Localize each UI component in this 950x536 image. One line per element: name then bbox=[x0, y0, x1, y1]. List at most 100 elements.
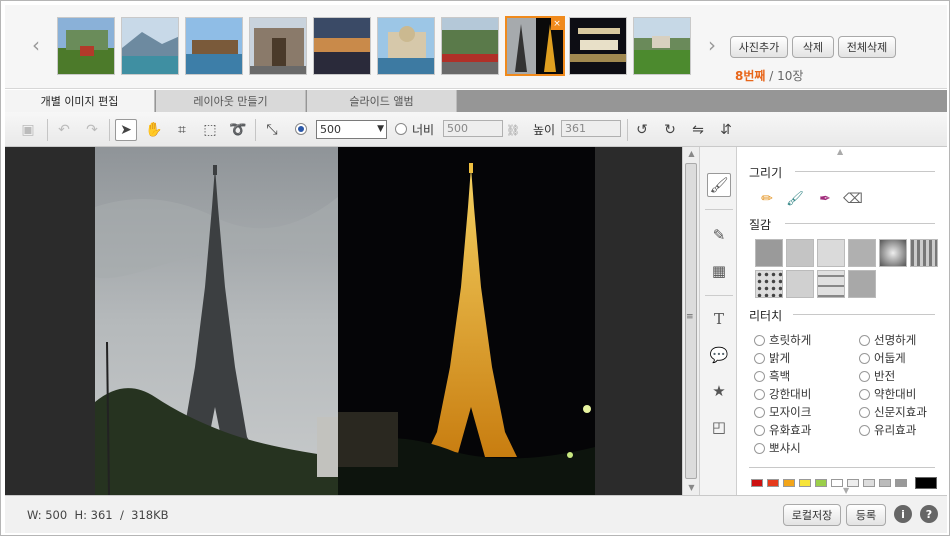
color-swatch-6[interactable] bbox=[831, 479, 843, 487]
crop-icon[interactable]: ⌗ bbox=[171, 119, 193, 141]
canvas-vertical-scrollbar[interactable]: ▲ ≡ ▼ bbox=[682, 147, 699, 495]
filmstrip-prev-arrow-icon[interactable]: ‹ bbox=[29, 33, 43, 57]
retouch-option-mosaic[interactable]: 모자이크 bbox=[754, 404, 811, 420]
panel-scroll-up-icon[interactable]: ▲ bbox=[837, 147, 843, 156]
texture-5[interactable] bbox=[879, 239, 907, 267]
color-swatch-9[interactable] bbox=[879, 479, 891, 487]
remove-thumb-close-icon[interactable]: × bbox=[551, 18, 563, 30]
retouch-option-low-contrast[interactable]: 약한대비 bbox=[859, 386, 916, 402]
texture-10[interactable] bbox=[848, 270, 876, 298]
speech-bubble-icon[interactable]: 💬 bbox=[707, 343, 731, 367]
width-field[interactable]: 500 bbox=[443, 120, 503, 137]
texture-7[interactable] bbox=[755, 270, 783, 298]
thumb-5[interactable] bbox=[313, 17, 371, 75]
register-button[interactable]: 등록 bbox=[846, 504, 886, 526]
scroll-up-icon[interactable]: ▲ bbox=[683, 149, 700, 158]
rotate-left-icon[interactable]: ↺ bbox=[631, 119, 653, 141]
flip-vertical-icon[interactable]: ⇵ bbox=[715, 119, 737, 141]
eraser-icon[interactable]: ⌫ bbox=[843, 189, 863, 209]
chevron-down-icon: ▼ bbox=[377, 124, 384, 134]
thumb-9[interactable] bbox=[569, 17, 627, 75]
help-icon[interactable]: ? bbox=[920, 505, 938, 523]
retouch-option-newspaper[interactable]: 신문지효과 bbox=[859, 404, 927, 420]
texture-6[interactable] bbox=[910, 239, 938, 267]
color-swatch-2[interactable] bbox=[767, 479, 779, 487]
rotate-right-icon[interactable]: ↻ bbox=[659, 119, 681, 141]
resize-icon[interactable]: ⤡ bbox=[261, 119, 283, 141]
fit-image-icon[interactable]: ▣ bbox=[17, 119, 39, 141]
color-swatch-4[interactable] bbox=[799, 479, 811, 487]
texture-2[interactable] bbox=[786, 239, 814, 267]
option-label: 유화효과 bbox=[769, 423, 812, 437]
scroll-down-icon[interactable]: ▼ bbox=[683, 483, 700, 492]
custom-size-radio[interactable] bbox=[395, 123, 407, 135]
preset-size-radio[interactable] bbox=[295, 123, 307, 135]
shape-tool-icon[interactable]: ◰ bbox=[707, 415, 731, 439]
text-tool-icon[interactable]: T bbox=[707, 307, 731, 331]
texture-8[interactable] bbox=[786, 270, 814, 298]
image-canvas[interactable] bbox=[5, 147, 682, 495]
undo-icon[interactable]: ↶ bbox=[53, 119, 75, 141]
hand-pan-icon[interactable]: ✋ bbox=[143, 119, 165, 141]
thumb-7[interactable] bbox=[441, 17, 499, 75]
select-pointer-icon[interactable]: ➤ bbox=[115, 119, 137, 141]
retouch-option-blur[interactable]: 흐릿하게 bbox=[754, 332, 811, 348]
pencil-icon[interactable]: ✏ bbox=[757, 189, 777, 209]
panel-scroll-down-icon[interactable]: ▼ bbox=[843, 486, 849, 495]
marker-icon[interactable]: ✒ bbox=[815, 189, 835, 209]
brush-tool-icon[interactable]: 🖌 bbox=[707, 173, 731, 197]
thumb-6[interactable] bbox=[377, 17, 435, 75]
thumb-3[interactable] bbox=[185, 17, 243, 75]
retouch-option-high-contrast[interactable]: 강한대비 bbox=[754, 386, 811, 402]
thumb-2[interactable] bbox=[121, 17, 179, 75]
thumb-1[interactable] bbox=[57, 17, 115, 75]
retouch-option-sharpen[interactable]: 선명하게 bbox=[859, 332, 916, 348]
option-label: 밝게 bbox=[769, 351, 791, 365]
color-swatch-5[interactable] bbox=[815, 479, 827, 487]
thumb-4[interactable] bbox=[249, 17, 307, 75]
color-swatch-3[interactable] bbox=[783, 479, 795, 487]
edit-image-icon[interactable]: ✎ bbox=[707, 223, 731, 247]
texture-9[interactable] bbox=[817, 270, 845, 298]
color-swatch-10[interactable] bbox=[895, 479, 907, 487]
redo-icon[interactable]: ↷ bbox=[81, 119, 103, 141]
retouch-option-glass[interactable]: 유리효과 bbox=[859, 422, 916, 438]
thumb-10[interactable] bbox=[633, 17, 691, 75]
info-icon[interactable]: i bbox=[894, 505, 912, 523]
texture-4[interactable] bbox=[848, 239, 876, 267]
texture-3[interactable] bbox=[817, 239, 845, 267]
retouch-option-soft-glow[interactable]: 뽀샤시 bbox=[754, 440, 801, 456]
size-select[interactable]: 500 ▼ bbox=[316, 120, 387, 139]
delete-photo-button[interactable]: 삭제 bbox=[792, 36, 834, 58]
radio-icon bbox=[754, 388, 765, 400]
retouch-option-darken[interactable]: 어둡게 bbox=[859, 350, 906, 366]
retouch-option-oil-paint[interactable]: 유화효과 bbox=[754, 422, 811, 438]
color-swatch-8[interactable] bbox=[863, 479, 875, 487]
flip-horizontal-icon[interactable]: ⇋ bbox=[687, 119, 709, 141]
retouch-option-invert[interactable]: 반전 bbox=[859, 368, 895, 384]
delete-all-button[interactable]: 전체삭제 bbox=[838, 36, 896, 58]
marquee-select-icon[interactable]: ⬚ bbox=[199, 119, 221, 141]
retouch-option-grayscale[interactable]: 흑백 bbox=[754, 368, 790, 384]
option-label: 신문지효과 bbox=[874, 405, 927, 419]
brush-icon[interactable]: 🖌 bbox=[785, 189, 805, 209]
edit-toolbar: ▣ ↶ ↷ ➤ ✋ ⌗ ⬚ ➰ ⤡ 500 ▼ 너비 500 ⛓ 높이 361 … bbox=[5, 112, 947, 147]
color-swatch-1[interactable] bbox=[751, 479, 763, 487]
filmstrip-next-arrow-icon[interactable]: › bbox=[705, 33, 719, 57]
tab-slide-album[interactable]: 슬라이드 앨범 bbox=[307, 90, 457, 112]
color-swatch-7[interactable] bbox=[847, 479, 859, 487]
frame-grid-icon[interactable]: ▦ bbox=[707, 259, 731, 283]
tab-layout[interactable]: 레이아웃 만들기 bbox=[156, 90, 306, 112]
lasso-icon[interactable]: ➰ bbox=[227, 119, 249, 141]
local-save-button[interactable]: 로컬저장 bbox=[783, 504, 841, 526]
add-photo-button[interactable]: 사진추가 bbox=[730, 36, 788, 58]
star-sticker-icon[interactable]: ★ bbox=[707, 379, 731, 403]
thumb-8-selected[interactable]: × bbox=[505, 16, 565, 76]
retouch-option-brighten[interactable]: 밝게 bbox=[754, 350, 790, 366]
current-color-swatch[interactable] bbox=[915, 477, 937, 489]
link-ratio-icon[interactable]: ⛓ bbox=[506, 119, 520, 141]
tab-individual-edit[interactable]: 개별 이미지 편집 bbox=[5, 90, 155, 112]
texture-1[interactable] bbox=[755, 239, 783, 267]
effects-panel: ▲ 그리기 ✏ 🖌 ✒ ⌫ 질감 리터치 흐릿하게 선명하게 밝게 어둡게 흑백… bbox=[737, 147, 947, 495]
height-field[interactable]: 361 bbox=[561, 120, 621, 137]
